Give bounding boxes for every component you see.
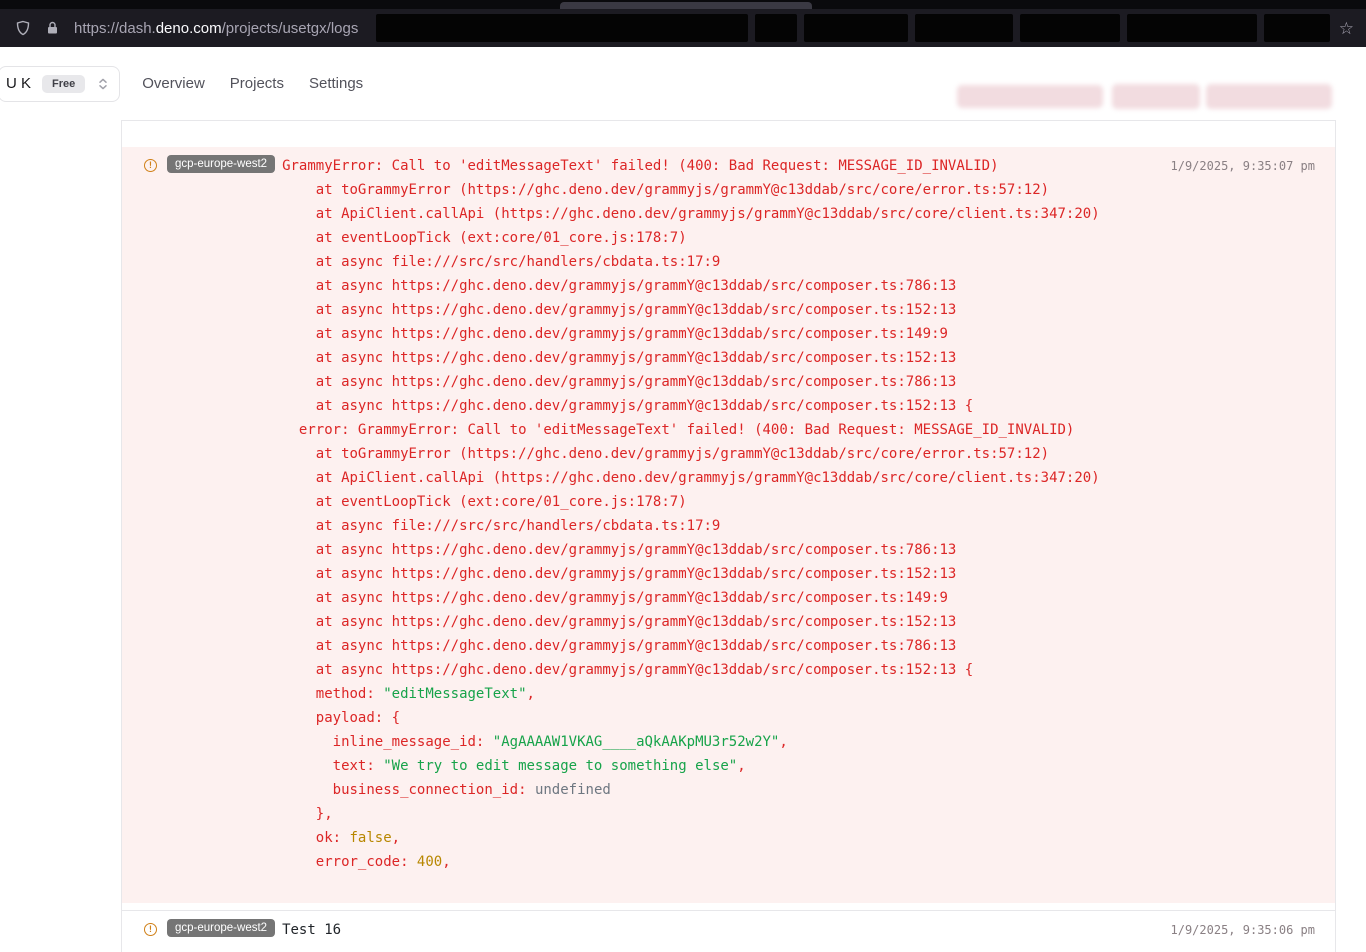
active-tab[interactable] (560, 2, 812, 9)
browser-tab-strip (0, 0, 1366, 9)
chevron-up-down-icon (96, 77, 110, 91)
log-row: ! gcp-europe-west2 GrammyError: Call to 'e… (122, 147, 1335, 903)
browser-chrome: https://dash.deno.com/projects/usetgx/lo… (0, 0, 1366, 47)
redacted-block (1127, 14, 1257, 42)
redacted-block (755, 14, 797, 42)
log-timestamp: 1/9/2025, 9:35:07 pm (1155, 159, 1316, 173)
log-timestamp: 1/9/2025, 9:35:06 pm (1155, 923, 1316, 937)
region-badge: gcp-europe-west2 (167, 155, 275, 173)
redacted-block (1020, 14, 1120, 42)
log-message: Test 16 (282, 918, 341, 942)
warning-icon: ! (144, 159, 157, 172)
url-scheme-subdomain: https://dash. (74, 20, 156, 37)
redacted-block (1112, 84, 1200, 109)
bookmark-star-icon[interactable]: ☆ (1339, 20, 1354, 37)
tracking-shield-icon[interactable] (12, 17, 34, 39)
warning-icon: ! (144, 923, 157, 936)
org-name: U K (6, 75, 31, 92)
log-row: ! gcp-europe-west2 Test 16 1/9/2025, 9:35:0… (122, 910, 1335, 952)
app-header: U K Free Overview Projects Settings (0, 47, 1366, 120)
log-list[interactable]: ! gcp-europe-west2 GrammyError: Call to 'e… (121, 120, 1336, 952)
redacted-block (1206, 84, 1332, 109)
plan-badge: Free (42, 75, 85, 93)
redacted-block (1264, 14, 1330, 42)
log-message: GrammyError: Call to 'editMessageText' f… (282, 154, 1100, 874)
log-list-top-spacer (122, 121, 1335, 147)
url-domain: deno.com (156, 20, 222, 37)
org-selector[interactable]: U K Free (0, 66, 120, 102)
redacted-block (915, 14, 1013, 42)
region-badge: gcp-europe-west2 (167, 919, 275, 937)
url-path: /projects/usetgx/logs (222, 20, 359, 37)
redacted-block (804, 14, 908, 42)
nav-settings[interactable]: Settings (309, 75, 363, 92)
redacted-block (957, 85, 1103, 108)
main-area: ! gcp-europe-west2 GrammyError: Call to 'e… (0, 120, 1366, 952)
main-nav: Overview Projects Settings (142, 75, 363, 92)
browser-urlbar-row: https://dash.deno.com/projects/usetgx/lo… (0, 9, 1366, 47)
nav-projects[interactable]: Projects (230, 75, 284, 92)
url-bar[interactable]: https://dash.deno.com/projects/usetgx/lo… (74, 20, 358, 37)
nav-overview[interactable]: Overview (142, 75, 205, 92)
lock-icon[interactable] (41, 17, 63, 39)
redacted-block (376, 14, 748, 42)
